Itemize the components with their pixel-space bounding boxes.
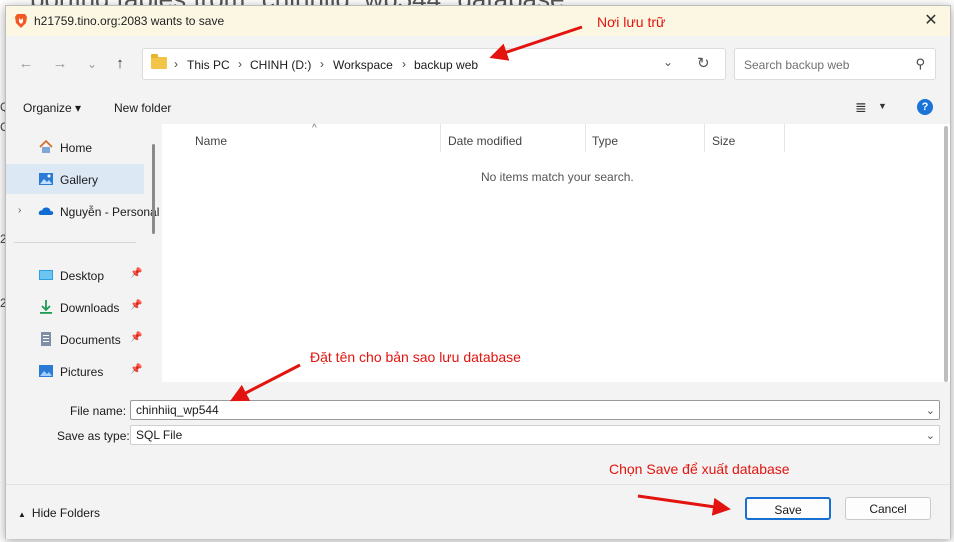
breadcrumb-workspace[interactable]: Workspace [333, 58, 393, 72]
sidebar-item-desktop[interactable]: Desktop 📌 [6, 260, 144, 290]
view-options-icon[interactable]: ≣ [855, 99, 867, 116]
up-button[interactable]: ↑ [110, 54, 130, 74]
desktop-icon [39, 270, 53, 280]
recent-locations-button[interactable]: ⌄ [82, 54, 102, 74]
dialog-footer: ▲ Hide Folders Save Cancel [6, 484, 950, 539]
sidebar-scrollbar[interactable] [152, 144, 155, 234]
column-header-type[interactable]: Type [592, 134, 618, 148]
sidebar-item-documents[interactable]: Documents 📌 [6, 324, 144, 354]
file-name-value: chinhiiq_wp544 [136, 403, 219, 417]
navigation-pane: Home Gallery › Nguyễn - Personal Desktop [6, 124, 161, 382]
dialog-title: h21759.tino.org:2083 wants to save [34, 14, 225, 28]
help-icon[interactable]: ? [917, 99, 933, 115]
column-divider[interactable] [440, 124, 441, 152]
annotation-filename: Đặt tên cho bản sao lưu database [310, 349, 521, 365]
home-icon [39, 139, 53, 153]
chevron-up-icon: ▲ [18, 510, 26, 519]
column-header-name[interactable]: Name [195, 134, 227, 148]
navigation-bar: ← → ⌄ ↑ › This PC › CHINH (D:) › Workspa… [6, 46, 950, 82]
empty-message: No items match your search. [481, 170, 634, 184]
gallery-icon [39, 173, 53, 185]
sidebar-item-label: Nguyễn - Personal [60, 205, 160, 219]
sidebar-item-home[interactable]: Home [6, 132, 144, 162]
dialog-titlebar: h21759.tino.org:2083 wants to save ✕ [6, 6, 950, 36]
sidebar-item-label: Desktop [60, 269, 105, 283]
column-divider[interactable] [704, 124, 705, 152]
sidebar-item-label: Downloads [60, 301, 120, 315]
sidebar-item-gallery[interactable]: Gallery [6, 164, 144, 194]
sidebar-item-label: Pictures [60, 365, 104, 379]
download-icon [40, 300, 52, 314]
breadcrumb-drive[interactable]: CHINH (D:) [250, 58, 311, 72]
save-dialog: h21759.tino.org:2083 wants to save ✕ ← →… [5, 5, 951, 539]
brave-lion-icon [15, 14, 27, 28]
sidebar-item-label: Gallery [60, 173, 99, 187]
column-divider[interactable] [784, 124, 785, 152]
save-type-label: Save as type: [57, 429, 130, 443]
sidebar-item-onedrive[interactable]: › Nguyễn - Personal [6, 196, 159, 226]
save-button[interactable]: Save [745, 497, 831, 520]
column-header-date-modified[interactable]: Date modified [448, 134, 522, 148]
pin-icon[interactable]: 📌 [130, 332, 142, 343]
view-dropdown-icon[interactable]: ▼ [878, 101, 887, 111]
hide-folders-button[interactable]: ▲ Hide Folders [18, 506, 100, 520]
search-icon[interactable]: ⚲ [915, 56, 925, 72]
folder-icon [151, 54, 167, 69]
file-name-dropdown-icon[interactable]: ⌄ [926, 402, 935, 420]
sidebar-item-pictures[interactable]: Pictures 📌 [6, 356, 144, 382]
hide-folders-label: Hide Folders [31, 506, 100, 520]
breadcrumb-backup-web[interactable]: backup web [414, 58, 478, 72]
pin-icon[interactable]: 📌 [130, 300, 142, 311]
sidebar-divider [14, 242, 136, 243]
address-dropdown-icon[interactable]: ⌄ [663, 55, 673, 69]
breadcrumb-this-pc[interactable]: This PC [187, 58, 230, 72]
pin-icon[interactable]: 📌 [130, 268, 142, 279]
back-button[interactable]: ← [16, 54, 36, 74]
sidebar-item-label: Documents [60, 333, 121, 347]
sort-ascending-icon: ^ [312, 123, 317, 134]
breadcrumb-separator: › [402, 57, 406, 71]
new-folder-button[interactable]: New folder [114, 101, 171, 115]
file-list: Name ^ Date modified Type Size No items … [162, 123, 950, 382]
sidebar-item-downloads[interactable]: Downloads 📌 [6, 292, 144, 322]
search-box[interactable]: Search backup web ⚲ [734, 48, 936, 80]
refresh-icon[interactable]: ↻ [697, 54, 710, 72]
save-type-dropdown-icon[interactable]: ⌄ [926, 427, 935, 445]
sidebar-item-label: Home [60, 141, 93, 155]
save-type-select[interactable]: SQL File ⌄ [130, 425, 940, 445]
onedrive-icon [38, 207, 54, 215]
file-name-label: File name: [70, 404, 127, 418]
save-type-value: SQL File [136, 428, 183, 442]
pin-icon[interactable]: 📌 [130, 364, 142, 375]
address-bar[interactable]: › This PC › CHINH (D:) › Workspace › bac… [142, 48, 726, 80]
annotation-save: Chọn Save để xuất database [609, 461, 790, 477]
annotation-storage: Nơi lưu trữ [597, 14, 666, 30]
content-scrollbar[interactable] [944, 126, 948, 382]
file-name-input[interactable]: chinhiiq_wp544 ⌄ [130, 400, 940, 420]
documents-icon [41, 332, 51, 346]
search-placeholder: Search backup web [744, 58, 850, 72]
cancel-button[interactable]: Cancel [845, 497, 931, 520]
forward-button[interactable]: → [50, 54, 70, 74]
pictures-icon [39, 365, 53, 377]
column-header-size[interactable]: Size [712, 134, 735, 148]
expand-chevron-icon[interactable]: › [18, 205, 21, 216]
command-bar: Organize ▾ New folder ≣ ▼ ? [6, 94, 950, 122]
organize-button[interactable]: Organize ▾ [23, 101, 81, 115]
save-form: File name: chinhiiq_wp544 ⌄ Save as type… [6, 384, 950, 484]
column-divider[interactable] [585, 124, 586, 152]
breadcrumb-separator: › [320, 57, 324, 71]
close-button[interactable]: ✕ [920, 11, 942, 31]
breadcrumb-separator: › [174, 57, 178, 71]
breadcrumb-separator: › [238, 57, 242, 71]
